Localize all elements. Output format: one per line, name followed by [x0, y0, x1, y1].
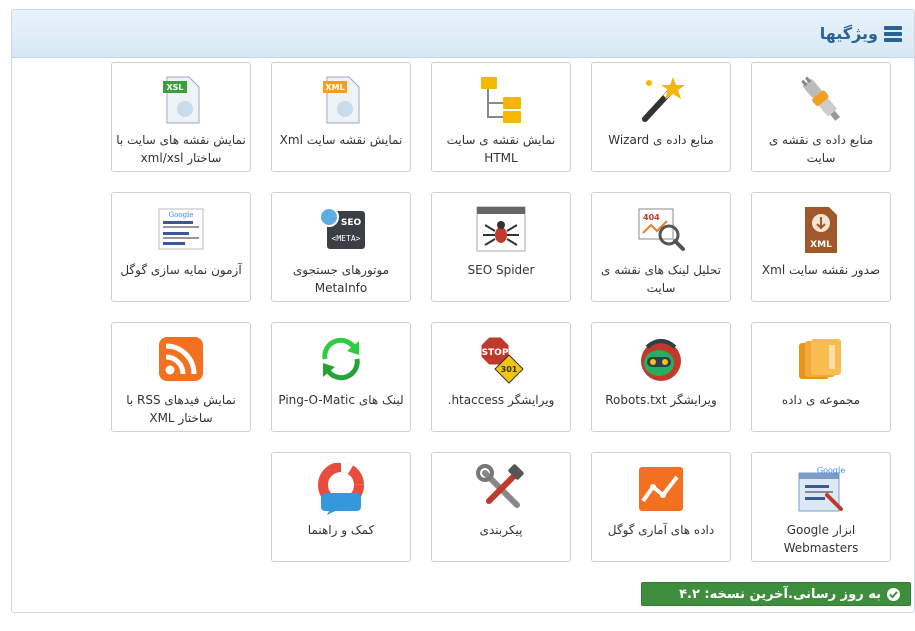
tile-export-xml-sitemap[interactable]: XML صدور نقشه سایت Xml — [751, 192, 891, 302]
tile-label: تحلیل لینک های نقشه ی سایت — [601, 263, 721, 295]
tile-label: منابع داده ی Wizard — [608, 133, 714, 147]
version-status-bar: به روز رسانی.آخرین نسخه: ۴.۲ — [641, 582, 911, 606]
broken-link-icon: 404 — [638, 208, 685, 251]
xml-download-icon: XML — [805, 207, 837, 253]
svg-text:301: 301 — [501, 365, 518, 374]
magic-wand-icon — [642, 77, 685, 122]
tile-datasets[interactable]: مجموعه ی داده — [751, 322, 891, 432]
tile-label: نمایش نقشه ی سایت HTML — [446, 133, 556, 165]
database-icon — [884, 25, 902, 42]
plug-icon — [801, 76, 841, 121]
rss-icon — [159, 337, 203, 381]
stop-sign-icon: STOP 301 — [480, 336, 524, 384]
tile-google-analytics[interactable]: داده های آماری گوگل — [591, 452, 731, 562]
tile-label: لینک های Ping-O-Matic — [278, 393, 404, 407]
xsl-file-icon: XSL — [163, 76, 200, 124]
svg-text:SEO: SEO — [341, 218, 362, 228]
tools-icon — [476, 464, 524, 508]
tile-configuration[interactable]: پیکربندی — [431, 452, 571, 562]
ping-arrows-icon — [322, 337, 360, 381]
tile-link-analysis[interactable]: 404 تحلیل لینک های نقشه ی سایت — [591, 192, 731, 302]
tile-label: نمایش فیدهای RSS با ساختار XML — [126, 393, 236, 425]
svg-text:XML: XML — [325, 83, 344, 92]
tile-xsl-sitemap[interactable]: XSL نمایش نقشه های سایت با ساختار xml/xs… — [111, 62, 251, 172]
tile-help[interactable]: کمک و راهنما — [271, 452, 411, 562]
tile-google-indexing[interactable]: Google آزمون نمایه سازی گوگل — [111, 192, 251, 302]
tile-label: نمایش نقشه های سایت با ساختار xml/xsl — [116, 133, 246, 165]
tile-label: صدور نقشه سایت Xml — [761, 263, 881, 277]
svg-text:Google: Google — [169, 211, 194, 219]
tile-metainfo[interactable]: SEO <META> موتورهای جستجوی MetaInfo — [271, 192, 411, 302]
tile-label: ویرایشگر htaccess. — [447, 393, 555, 407]
analytics-chart-icon — [639, 467, 683, 511]
xml-file-icon: XML — [323, 76, 360, 124]
svg-text:404: 404 — [643, 213, 660, 222]
svg-text:Google: Google — [817, 466, 846, 475]
google-webmasters-icon: Google — [798, 466, 846, 512]
tile-ping-o-matic[interactable]: لینک های Ping-O-Matic — [271, 322, 411, 432]
tile-label: مجموعه ی داده — [781, 393, 861, 407]
tile-sitemap-data-sources[interactable]: منابع داده ی نقشه ی سایت — [751, 62, 891, 172]
seo-meta-icon: SEO <META> — [319, 207, 365, 249]
svg-text:<META>: <META> — [332, 234, 361, 243]
tile-rss-feeds[interactable]: نمایش فیدهای RSS با ساختار XML — [111, 322, 251, 432]
folder-tree-icon — [481, 77, 521, 123]
tile-htaccess-editor[interactable]: STOP 301 ویرایشگر htaccess. — [431, 322, 571, 432]
svg-text:XML: XML — [810, 240, 832, 250]
tile-xml-sitemap[interactable]: XML نمایش نقشه سایت Xml — [271, 62, 411, 172]
tile-label: SEO Spider — [467, 263, 535, 277]
tile-label: ویرایشگر Robots.txt — [605, 393, 717, 407]
tile-html-sitemap[interactable]: نمایش نقشه ی سایت HTML — [431, 62, 571, 172]
check-circle-icon — [887, 587, 900, 601]
tile-label: آزمون نمایه سازی گوگل — [120, 263, 242, 277]
tile-seo-spider[interactable]: SEO Spider — [431, 192, 571, 302]
svg-text:XSL: XSL — [166, 83, 183, 92]
tile-label: ابزار Google Webmasters — [783, 523, 859, 555]
svg-text:STOP: STOP — [482, 348, 509, 358]
robot-icon — [641, 339, 681, 381]
panel-title: ویژگیها — [819, 24, 878, 43]
tile-label: داده های آماری گوگل — [607, 523, 715, 537]
tile-label: کمک و راهنما — [307, 523, 375, 537]
tile-wizard[interactable]: منابع داده ی Wizard — [591, 62, 731, 172]
tile-label: منابع داده ی نقشه ی سایت — [768, 133, 874, 165]
lifebuoy-icon — [318, 463, 364, 515]
tile-robots-editor[interactable]: ویرایشگر Robots.txt — [591, 322, 731, 432]
folder-stack-icon — [799, 339, 841, 379]
version-status-text: به روز رسانی.آخرین نسخه: ۴.۲ — [679, 586, 881, 602]
tile-label: پیکربندی — [479, 523, 523, 537]
tile-google-webmasters[interactable]: Google ابزار Google Webmasters — [751, 452, 891, 562]
panel-heading: ویژگیها — [12, 10, 914, 58]
spider-icon — [476, 206, 526, 252]
tile-label: نمایش نقشه سایت Xml — [279, 133, 403, 147]
tile-label: موتورهای جستجوی MetaInfo — [292, 263, 390, 295]
google-results-icon: Google — [158, 208, 204, 250]
